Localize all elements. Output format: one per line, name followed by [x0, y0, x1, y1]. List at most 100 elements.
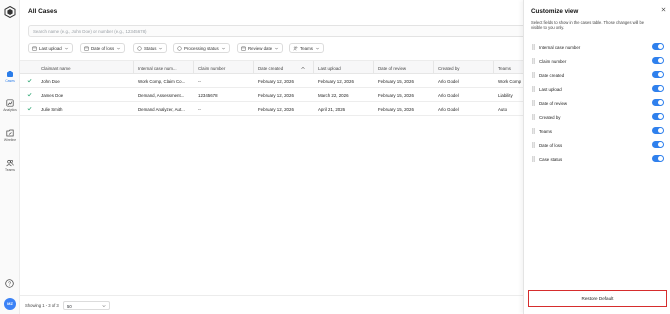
field-row-date-of-loss[interactable]: Date of loss: [531, 140, 665, 150]
field-name: Case status: [539, 156, 563, 162]
field-toggle[interactable]: [652, 71, 664, 78]
drag-handle-icon[interactable]: [532, 156, 535, 162]
avatar[interactable]: MZ: [4, 298, 16, 310]
filter-label: Processing status: [184, 45, 219, 51]
chevron-down-icon: [64, 47, 68, 50]
field-toggle[interactable]: [652, 57, 664, 64]
status-circle-icon: [137, 45, 142, 51]
field-name: Claim number: [539, 58, 567, 64]
svg-text:?: ?: [8, 281, 11, 287]
teams-icon: [6, 160, 14, 167]
help-icon[interactable]: ?: [5, 279, 14, 288]
chevron-down-icon: [159, 47, 163, 50]
cell-created-by: Arlo Godel: [438, 92, 459, 98]
field-toggle[interactable]: [652, 113, 664, 120]
field-row-internal-case-number[interactable]: Internal case number: [531, 42, 665, 52]
filter-label: Status: [144, 45, 157, 51]
table-row[interactable]: Julie Smith Demand Analyzer, Aut... -- F…: [20, 102, 525, 116]
field-row-last-upload[interactable]: Last upload: [531, 84, 665, 94]
field-name: Teams: [539, 128, 552, 134]
chevron-down-icon: [117, 47, 121, 50]
field-toggle[interactable]: [652, 127, 664, 134]
page-size-select[interactable]: 50: [63, 301, 110, 310]
checkmark-icon: [27, 78, 32, 83]
drag-handle-icon[interactable]: [532, 72, 535, 78]
column-divider: [253, 61, 254, 75]
app-logo-icon[interactable]: [4, 6, 16, 18]
cell-date-of-review: February 15, 2026: [378, 78, 414, 84]
close-icon[interactable]: [661, 7, 666, 12]
field-toggle[interactable]: [652, 99, 664, 106]
calendar-icon: [32, 46, 37, 51]
field-toggle[interactable]: [652, 141, 664, 148]
column-header-internal-case-number[interactable]: Internal case num...: [138, 66, 177, 71]
field-name: Last upload: [539, 86, 562, 92]
field-name: Created by: [539, 114, 561, 120]
field-row-case-status[interactable]: Case status: [531, 154, 665, 164]
cell-created-by: Arlo Godel: [438, 78, 459, 84]
cell-last-upload: February 12, 2026: [318, 78, 354, 84]
drag-handle-icon[interactable]: [532, 128, 535, 134]
toggle-knob: [658, 100, 663, 105]
field-row-date-of-review[interactable]: Date of review: [531, 98, 665, 108]
field-toggle[interactable]: [652, 155, 664, 162]
filter-processing-status[interactable]: Processing status: [173, 43, 230, 53]
cell-date-of-review: February 15, 2026: [378, 106, 414, 112]
column-header-last-upload[interactable]: Last upload: [318, 66, 341, 71]
field-toggle[interactable]: [652, 85, 664, 92]
restore-default-button[interactable]: Restore Default: [528, 290, 667, 307]
field-row-date-created[interactable]: Date created: [531, 70, 665, 80]
chevron-down-icon: [275, 47, 279, 50]
toggle-knob: [658, 86, 663, 91]
toggle-knob: [658, 114, 663, 119]
column-header-teams[interactable]: Teams: [498, 66, 511, 71]
panel-description: Select fields to show in the cases table…: [531, 20, 645, 31]
drag-handle-icon[interactable]: [532, 114, 535, 120]
column-header-claim-number[interactable]: Claim number: [198, 66, 225, 71]
filter-date-of-loss[interactable]: Date of loss: [80, 43, 126, 53]
cell-date-created: February 12, 2026: [258, 78, 294, 84]
drag-handle-icon[interactable]: [532, 100, 535, 106]
drag-handle-icon[interactable]: [532, 142, 535, 148]
field-row-teams[interactable]: Teams: [531, 126, 665, 136]
filter-label: Review date: [248, 45, 273, 51]
column-divider: [433, 61, 434, 75]
column-header-date-created[interactable]: Date created: [258, 66, 283, 71]
sort-ascending-icon[interactable]: [301, 66, 305, 70]
panel-title: Customize view: [531, 8, 579, 15]
column-header-claimant-name[interactable]: Claimant name: [41, 66, 71, 71]
field-row-claim-number[interactable]: Claim number: [531, 56, 665, 66]
nav-item-teams[interactable]: Teams: [0, 159, 20, 172]
cell-teams: Liability: [498, 92, 513, 98]
drag-handle-icon[interactable]: [532, 44, 535, 50]
search-placeholder: Search name (e.g., John Doe) or number (…: [33, 29, 147, 34]
nav-item-cases[interactable]: Cases: [0, 70, 20, 83]
search-input[interactable]: Search name (e.g., John Doe) or number (…: [28, 25, 528, 37]
table-row[interactable]: James Doe Demand, Assessment... 12345678…: [20, 88, 525, 102]
column-header-date-of-review[interactable]: Date of review: [378, 66, 406, 71]
checkmark-icon: [27, 106, 32, 111]
field-toggle[interactable]: [652, 43, 664, 50]
field-row-created-by[interactable]: Created by: [531, 112, 665, 122]
filter-last-upload[interactable]: Last upload: [28, 43, 73, 53]
nav-rail: Cases Analytics Wireline Teams ? MZ: [0, 0, 20, 314]
drag-handle-icon[interactable]: [532, 58, 535, 64]
cell-date-created: February 12, 2026: [258, 106, 294, 112]
nav-item-wireline[interactable]: Wireline: [0, 129, 20, 142]
chevron-down-icon: [316, 47, 319, 50]
filter-teams[interactable]: Teams: [289, 43, 324, 53]
chevron-down-icon: [102, 305, 106, 308]
nav-item-analytics[interactable]: Analytics: [0, 99, 20, 112]
column-divider: [373, 61, 374, 75]
column-header-created-by[interactable]: Created by: [438, 66, 459, 71]
column-divider: [133, 61, 134, 75]
filter-status[interactable]: Status: [133, 43, 168, 53]
people-icon: [293, 46, 298, 50]
cell-internal-case-number: Demand, Assessment...: [138, 92, 185, 98]
nav-item-label: Cases: [5, 79, 15, 83]
field-name: Date of review: [539, 100, 568, 106]
filter-label: Date of loss: [91, 45, 115, 51]
drag-handle-icon[interactable]: [532, 86, 535, 92]
table-row[interactable]: John Doe Work Comp, Claim Co... -- Febru…: [20, 74, 525, 88]
filter-review-date[interactable]: Review date: [237, 43, 284, 53]
